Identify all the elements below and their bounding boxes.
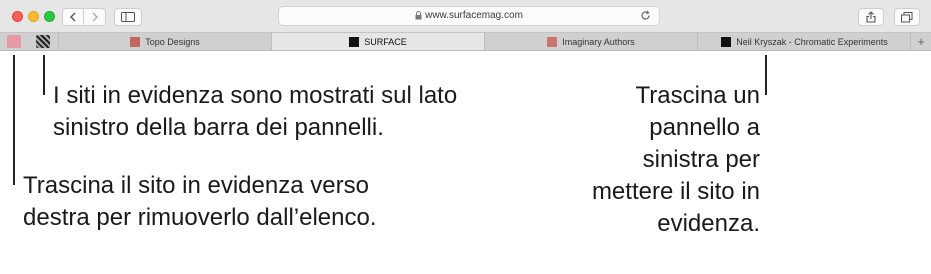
- zoom-window-button[interactable]: [44, 11, 55, 22]
- callout-leader-line: [765, 55, 767, 95]
- callout-drag-pin: Trascina un pannello a sinistra per mett…: [570, 80, 760, 240]
- chevron-left-icon: [70, 12, 76, 22]
- lock-icon: [415, 10, 422, 20]
- plus-icon: +: [917, 34, 925, 49]
- minimize-window-button[interactable]: [28, 11, 39, 22]
- address-bar[interactable]: www.surfacemag.com: [278, 6, 660, 26]
- tab-label: Imaginary Authors: [562, 36, 635, 47]
- pinned-tab[interactable]: [36, 35, 50, 48]
- callout-leader-line: [13, 55, 15, 185]
- share-icon: [866, 11, 876, 23]
- close-window-button[interactable]: [12, 11, 23, 22]
- sidebar-icon: [121, 12, 135, 22]
- tab-label: Topo Designs: [145, 36, 200, 47]
- tab-surface[interactable]: SURFACE: [271, 33, 484, 50]
- tab-label: SURFACE: [364, 36, 407, 47]
- tab-neil-kryszak[interactable]: Neil Kryszak - Chromatic Experiments: [697, 33, 911, 50]
- tab-label: Neil Kryszak - Chromatic Experiments: [736, 36, 888, 47]
- callout-drag-remove: Trascina il sito in evidenza verso destr…: [23, 170, 393, 234]
- tab-bar: Topo Designs SURFACE Imaginary Authors N…: [0, 32, 931, 51]
- callout-text: Trascina il sito in evidenza verso destr…: [23, 172, 377, 231]
- tab-favicon: [547, 36, 558, 47]
- chevron-right-icon: [92, 12, 98, 22]
- tab-imaginary-authors[interactable]: Imaginary Authors: [484, 33, 697, 50]
- back-button[interactable]: [62, 8, 84, 26]
- tab-topo-designs[interactable]: Topo Designs: [58, 33, 271, 50]
- tabs-overview-icon: [901, 11, 913, 22]
- forward-button[interactable]: [84, 8, 106, 26]
- show-all-tabs-button[interactable]: [894, 8, 920, 26]
- browser-toolbar: www.surfacemag.com: [0, 0, 931, 32]
- callout-leader-line: [43, 55, 45, 95]
- tab-favicon: [349, 36, 360, 47]
- sidebar-button[interactable]: [114, 8, 142, 26]
- share-button[interactable]: [858, 8, 884, 26]
- callout-text: Trascina un pannello a sinistra per mett…: [591, 82, 760, 237]
- tab-favicon: [130, 36, 141, 47]
- url-display: www.surfacemag.com: [279, 10, 659, 21]
- tab-favicon: [721, 36, 732, 47]
- callout-pinned-position: I siti in evidenza sono mostrati sul lat…: [53, 80, 523, 144]
- pinned-tab[interactable]: [7, 35, 21, 48]
- url-text: www.surfacemag.com: [425, 10, 523, 21]
- callout-text: I siti in evidenza sono mostrati sul lat…: [53, 82, 458, 141]
- reload-icon[interactable]: [640, 10, 651, 21]
- new-tab-button[interactable]: +: [910, 33, 931, 50]
